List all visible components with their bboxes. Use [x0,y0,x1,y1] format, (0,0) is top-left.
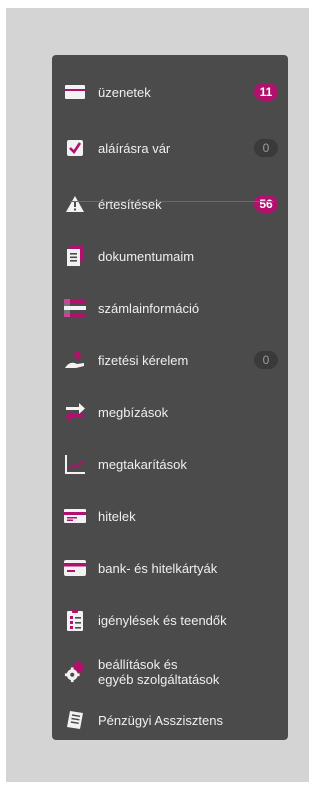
menu-item-label: Pénzügyi Asszisztens [98,712,224,728]
menu-item-label: hitelek [98,508,136,524]
menu-item-label: beállítások és egyéb szolgáltatások [98,657,280,687]
savings-chart-icon [64,453,86,475]
warning-icon [64,193,86,215]
menu-item-settings-services[interactable]: beállítások és egyéb szolgáltatások [64,652,280,692]
menu-item-savings[interactable]: megtakarítások [64,447,280,481]
menu-item-awaiting-signature[interactable]: aláírásra vár 0 [64,131,280,165]
payment-request-count-badge: 0 [254,351,278,369]
signature-check-icon [64,137,86,159]
menu-item-messages[interactable]: üzenetek 11 [64,75,280,109]
payment-request-icon [64,349,86,371]
notification-count-badge: 56 [254,195,278,213]
menu-item-my-documents[interactable]: dokumentumaim [64,239,280,273]
loan-icon [64,505,86,527]
menu-item-label-line2: egyéb szolgáltatások [98,672,220,687]
menu-item-label: dokumentumaim [98,248,195,264]
menu-item-label: üzenetek [98,84,151,100]
menu-frame: üzenetek 11 aláírásra vár 0 értesítések … [6,8,309,782]
unread-count-badge: 11 [254,83,278,101]
menu-item-label: számlainformáció [98,300,200,316]
menu-item-cards[interactable]: bank- és hitelkártyák [64,551,280,585]
menu-item-loans[interactable]: hitelek [64,499,280,533]
checklist-icon [64,609,86,631]
account-info-icon [64,297,86,319]
menu-item-requests-tasks[interactable]: igénylések és teendők [64,603,280,637]
assistant-book-icon [64,709,86,731]
menu-item-label: értesítések [98,196,162,212]
settings-gear-icon [64,661,86,683]
menu-item-label: fizetési kérelem [98,352,189,368]
envelope-icon [64,81,86,103]
menu-item-financial-assistant[interactable]: Pénzügyi Asszisztens [64,703,280,737]
menu-item-label: aláírásra vár [98,140,171,156]
menu-item-label-line1: beállítások és [98,657,178,672]
menu-item-label: igénylések és teendők [98,612,227,628]
sidebar-menu: üzenetek 11 aláírásra vár 0 értesítések … [52,55,288,740]
documents-icon [64,245,86,267]
menu-item-payment-request[interactable]: fizetési kérelem 0 [64,343,280,377]
menu-item-label: bank- és hitelkártyák [98,560,218,576]
menu-item-orders[interactable]: megbízások [64,395,280,429]
menu-item-account-info[interactable]: számlainformáció [64,291,280,325]
menu-divider [70,201,274,202]
credit-card-icon [64,557,86,579]
transfer-arrows-icon [64,401,86,423]
pending-count-badge: 0 [254,139,278,157]
menu-item-label: megbízások [98,404,169,420]
menu-item-label: megtakarítások [98,456,187,472]
menu-item-notifications[interactable]: értesítések 56 [64,187,280,221]
